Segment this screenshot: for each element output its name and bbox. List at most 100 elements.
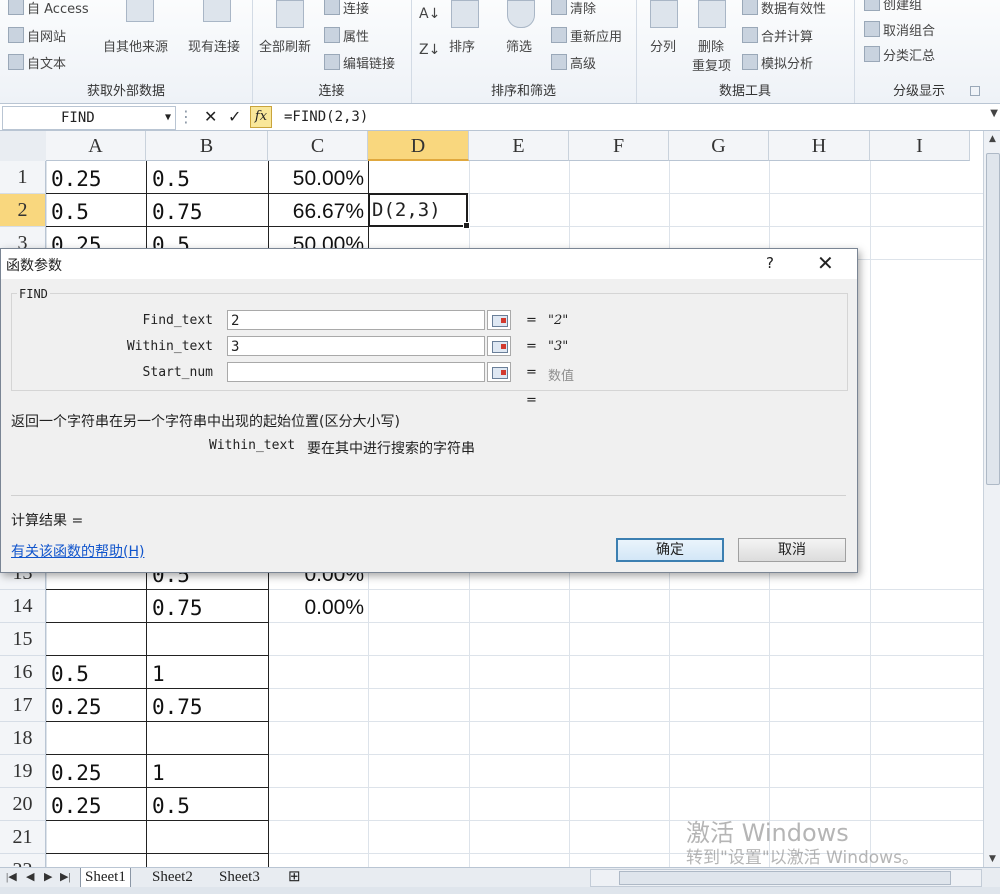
cell-a[interactable]: 0.5	[51, 656, 143, 689]
cell-a[interactable]: 0.5	[51, 194, 143, 227]
row-header[interactable]: 14	[0, 590, 46, 623]
column-header-f[interactable]: F	[569, 131, 669, 161]
from-access-button[interactable]: 自 Access	[8, 0, 89, 17]
cell-c[interactable]	[272, 623, 364, 656]
sort-za-icon[interactable]: Z↓	[419, 42, 440, 58]
column-header-c[interactable]: C	[268, 131, 368, 161]
cell-b[interactable]: 0.75	[152, 590, 264, 623]
filter-button[interactable]: 筛选	[506, 36, 532, 55]
from-text-button[interactable]: 自文本	[8, 53, 66, 72]
cell-c[interactable]: 0.00%	[272, 590, 364, 623]
cell-b[interactable]: 1	[152, 755, 264, 788]
column-header-i[interactable]: I	[870, 131, 970, 161]
column-header-a[interactable]: A	[46, 131, 146, 161]
existing-connections-button[interactable]: 现有连接	[188, 36, 240, 55]
formula-input[interactable]: =FIND(2,3)	[278, 106, 980, 128]
collapse-dialog-button[interactable]	[487, 310, 511, 330]
sort-button[interactable]: 排序	[449, 36, 475, 55]
row-header[interactable]: 20	[0, 788, 46, 821]
ok-button[interactable]: 确定	[616, 538, 724, 562]
sheet-tab-sheet1[interactable]: Sheet1	[80, 868, 131, 887]
row-header[interactable]: 15	[0, 623, 46, 656]
remove-duplicates-button-line2[interactable]: 重复项	[692, 55, 731, 74]
divider-handle-icon[interactable]: ⋮	[178, 106, 194, 128]
advanced-filter-button[interactable]: 高级	[551, 53, 596, 72]
cell-c[interactable]: 50.00%	[272, 161, 364, 194]
function-help-link[interactable]: 有关该函数的帮助(H)	[11, 541, 144, 561]
collapse-dialog-button[interactable]	[487, 336, 511, 356]
horizontal-scroll-thumb[interactable]	[619, 871, 951, 885]
row-header[interactable]: 21	[0, 821, 46, 854]
scroll-up-icon[interactable]: ▲	[984, 131, 1000, 147]
sheet-tab-sheet3[interactable]: Sheet3	[215, 868, 264, 887]
collapse-dialog-button[interactable]	[487, 362, 511, 382]
column-header-h[interactable]: H	[769, 131, 870, 161]
sheet-tab-sheet2[interactable]: Sheet2	[148, 868, 197, 887]
cell-c[interactable]	[272, 854, 364, 867]
prev-sheet-icon[interactable]: ◀	[26, 870, 34, 883]
cell-c[interactable]	[272, 689, 364, 722]
cell-c[interactable]	[272, 821, 364, 854]
expand-formula-bar-icon[interactable]: ▼	[990, 108, 998, 119]
reapply-button[interactable]: 重新应用	[551, 26, 622, 45]
cell-c[interactable]	[272, 722, 364, 755]
cell-b[interactable]: 1	[152, 656, 264, 689]
first-sheet-icon[interactable]: |◀	[6, 870, 17, 883]
row-header[interactable]: 1	[0, 161, 46, 194]
cell-b[interactable]: 0.75	[152, 194, 264, 227]
enter-formula-icon[interactable]: ✓	[228, 106, 241, 128]
column-header-g[interactable]: G	[669, 131, 769, 161]
cell-b[interactable]	[152, 722, 264, 755]
cell-a[interactable]	[51, 590, 143, 623]
cell-b[interactable]	[152, 854, 264, 867]
connections-button[interactable]: 连接	[324, 0, 369, 17]
start-num-input[interactable]	[227, 362, 485, 382]
consolidate-button[interactable]: 合并计算	[742, 26, 813, 45]
cancel-button[interactable]: 取消	[738, 538, 846, 562]
what-if-button[interactable]: 模拟分析	[742, 53, 813, 72]
remove-duplicates-button[interactable]: 删除	[698, 36, 724, 55]
dialog-launcher-icon[interactable]	[970, 86, 980, 96]
cell-b[interactable]	[152, 821, 264, 854]
fill-handle[interactable]	[463, 222, 470, 229]
from-web-button[interactable]: 自网站	[8, 26, 66, 45]
insert-function-icon[interactable]: fx	[250, 106, 272, 128]
scroll-thumb[interactable]	[986, 153, 1000, 485]
properties-button[interactable]: 属性	[324, 26, 369, 45]
cell-b[interactable]: 0.5	[152, 788, 264, 821]
next-sheet-icon[interactable]: ▶	[44, 870, 52, 883]
cell-a[interactable]	[51, 623, 143, 656]
group-button[interactable]: 创建组	[864, 0, 922, 13]
sort-az-icon[interactable]: A↓	[419, 6, 440, 22]
close-icon[interactable]: ✕	[817, 251, 834, 275]
ungroup-button[interactable]: 取消组合	[864, 20, 935, 39]
cell-a[interactable]: 0.25	[51, 788, 143, 821]
scroll-down-icon[interactable]: ▼	[984, 851, 1000, 867]
cancel-formula-icon[interactable]: ✕	[204, 106, 217, 128]
within-text-input[interactable]: 3	[227, 336, 485, 356]
name-box[interactable]: FIND ▼	[2, 106, 176, 130]
insert-sheet-icon[interactable]: ⊞	[284, 868, 305, 887]
last-sheet-icon[interactable]: ▶|	[60, 870, 71, 883]
row-header[interactable]: 19	[0, 755, 46, 788]
vertical-scrollbar[interactable]: ▲ ▼	[983, 131, 1000, 867]
cell-c[interactable]	[272, 656, 364, 689]
cell-b[interactable]: 0.75	[152, 689, 264, 722]
find-text-input[interactable]: 2	[227, 310, 485, 330]
cell-a[interactable]	[51, 722, 143, 755]
help-icon[interactable]: ?	[766, 254, 774, 272]
horizontal-scrollbar[interactable]	[590, 869, 982, 887]
subtotal-button[interactable]: 分类汇总	[864, 45, 935, 64]
cell-a[interactable]	[51, 821, 143, 854]
cell-a[interactable]: 0.25	[51, 755, 143, 788]
data-validation-button[interactable]: 数据有效性	[742, 0, 826, 17]
row-header[interactable]: 22	[0, 854, 46, 867]
active-cell-d2[interactable]: D(2,3)	[368, 193, 470, 229]
select-all-corner[interactable]	[0, 131, 47, 162]
from-other-sources-button[interactable]: 自其他来源	[103, 36, 168, 55]
row-header[interactable]: 17	[0, 689, 46, 722]
text-to-columns-button[interactable]: 分列	[650, 36, 676, 55]
column-header-b[interactable]: B	[146, 131, 268, 161]
row-header[interactable]: 16	[0, 656, 46, 689]
row-header[interactable]: 18	[0, 722, 46, 755]
